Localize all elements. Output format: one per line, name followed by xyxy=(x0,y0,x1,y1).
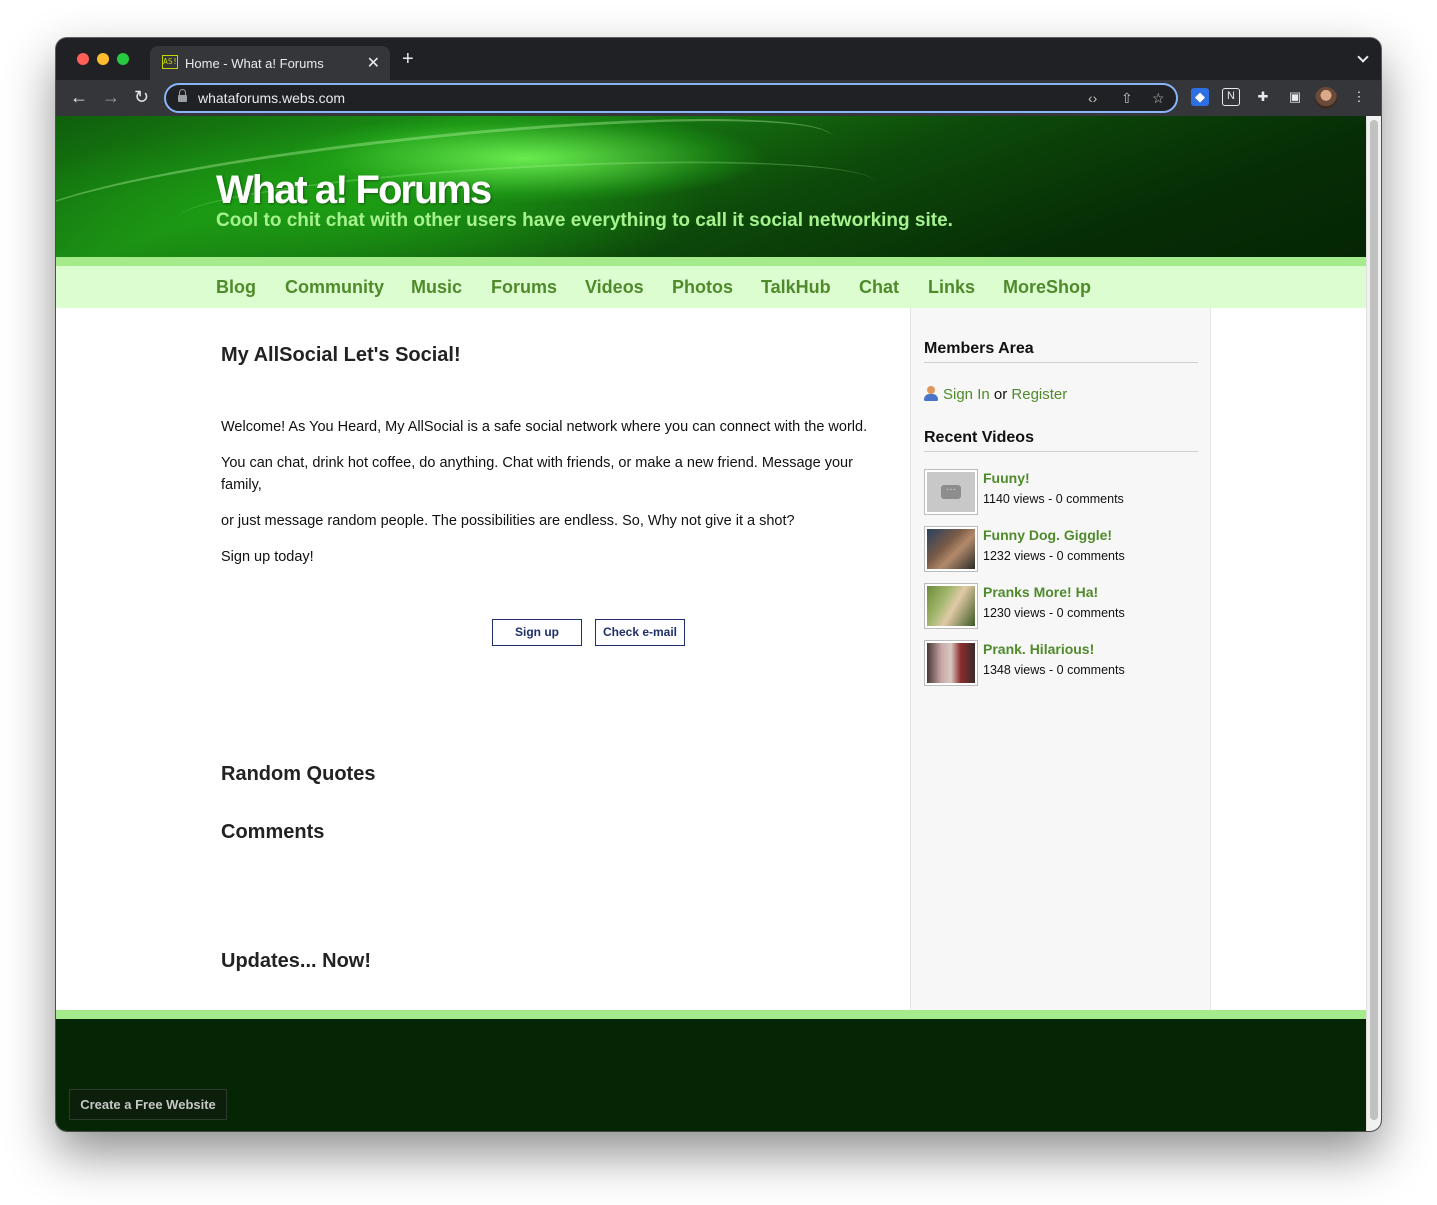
lock-icon[interactable] xyxy=(178,89,187,103)
intro-paragraph: or just message random people. The possi… xyxy=(221,513,795,529)
video-meta: 1140 views - 0 comments xyxy=(983,492,1124,506)
reload-icon[interactable]: ↻ xyxy=(134,87,149,107)
signup-prompt: Sign up today! xyxy=(221,549,314,565)
nav-link-photos[interactable]: Photos xyxy=(672,277,733,298)
bookmark-star-icon[interactable]: ☆ xyxy=(1152,90,1165,107)
video-list-item: Prank. Hilarious! 1348 views - 0 comment… xyxy=(924,640,1204,688)
site-footer xyxy=(56,1019,1366,1131)
video-list-item: Pranks More! Ha! 1230 views - 0 comments xyxy=(924,583,1204,631)
nav-link-blog[interactable]: Blog xyxy=(216,277,256,298)
bitwarden-shield-icon[interactable]: ◆ xyxy=(1191,88,1209,106)
notion-icon[interactable]: N xyxy=(1222,88,1240,106)
random-quotes-heading: Random Quotes xyxy=(221,763,376,785)
comments-heading: Comments xyxy=(221,821,325,843)
maximize-window-button[interactable] xyxy=(117,53,129,65)
video-meta: 1348 views - 0 comments xyxy=(983,663,1125,677)
profile-avatar[interactable] xyxy=(1315,87,1337,109)
video-list-item: ··· Fuuny! 1140 views - 0 comments xyxy=(924,469,1204,517)
side-panel-icon[interactable]: ▣ xyxy=(1286,88,1304,106)
menu-kebab-icon[interactable]: ⋮ xyxy=(1350,88,1368,106)
video-thumbnail[interactable] xyxy=(924,526,978,572)
close-window-button[interactable] xyxy=(77,53,89,65)
video-meta: 1232 views - 0 comments xyxy=(983,549,1125,563)
page-scrollbar[interactable] xyxy=(1366,116,1381,1131)
site-favicon-icon: AS! xyxy=(162,55,178,69)
video-list-item: Funny Dog. Giggle! 1232 views - 0 commen… xyxy=(924,526,1204,574)
nav-link-videos[interactable]: Videos xyxy=(585,277,644,298)
browser-tab[interactable]: AS! Home - What a! Forums ✕ xyxy=(150,46,390,80)
extensions-puzzle-icon[interactable]: ✚ xyxy=(1254,88,1272,106)
sign-up-button[interactable]: Sign up xyxy=(492,619,582,646)
tab-search-chevron-icon[interactable] xyxy=(1357,51,1369,63)
browser-window: AS! Home - What a! Forums ✕ + ← → ↻ what… xyxy=(56,38,1381,1131)
check-email-button[interactable]: Check e-mail xyxy=(595,619,685,646)
sign-in-link[interactable]: Sign In xyxy=(943,386,990,403)
minimize-window-button[interactable] xyxy=(97,53,109,65)
updates-heading: Updates... Now! xyxy=(221,950,372,972)
recent-videos-heading: Recent Videos xyxy=(924,429,1198,452)
share-icon[interactable]: ⇧ xyxy=(1121,90,1133,107)
create-free-website-button[interactable]: Create a Free Website xyxy=(69,1089,227,1120)
code-blocked-icon[interactable]: ‹› xyxy=(1088,90,1097,106)
video-title-link[interactable]: Fuuny! xyxy=(983,470,1030,486)
welcome-paragraph: Welcome! As You Heard, My AllSocial is a… xyxy=(221,419,868,435)
forward-arrow-icon[interactable]: → xyxy=(102,87,120,107)
user-icon xyxy=(924,386,938,401)
nav-link-music[interactable]: Music xyxy=(411,277,462,298)
video-thumbnail[interactable]: ··· xyxy=(924,469,978,515)
tab-close-icon[interactable]: ✕ xyxy=(367,53,380,73)
video-placeholder-icon: ··· xyxy=(927,472,975,512)
tab-title: Home - What a! Forums xyxy=(185,56,324,71)
nav-link-links[interactable]: Links xyxy=(928,277,975,298)
nav-link-moreshop[interactable]: MoreShop xyxy=(1003,277,1091,298)
page-viewport: What a! Forums Cool to chit chat with ot… xyxy=(56,116,1366,1131)
tab-strip: AS! Home - What a! Forums ✕ + xyxy=(56,38,1381,80)
register-link[interactable]: Register xyxy=(1011,386,1067,403)
video-thumbnail-image xyxy=(927,529,975,569)
video-thumbnail-image xyxy=(927,586,975,626)
or-text: or xyxy=(993,386,1008,403)
video-thumbnail[interactable] xyxy=(924,640,978,686)
browser-toolbar: ← → ↻ whataforums.webs.com ‹› ⇧ ☆ ◆ N ✚ … xyxy=(56,80,1381,116)
intro-paragraph: You can chat, drink hot coffee, do anyth… xyxy=(221,455,853,493)
video-thumbnail[interactable] xyxy=(924,583,978,629)
video-title-link[interactable]: Prank. Hilarious! xyxy=(983,641,1094,657)
address-bar[interactable]: whataforums.webs.com ‹› ⇧ ☆ xyxy=(164,83,1178,113)
video-meta: 1230 views - 0 comments xyxy=(983,606,1125,620)
nav-link-forums[interactable]: Forums xyxy=(491,277,557,298)
scrollbar-thumb[interactable] xyxy=(1370,120,1378,1120)
video-title-link[interactable]: Pranks More! Ha! xyxy=(983,584,1098,600)
main-navigation: Blog Community Music Forums Videos Photo… xyxy=(56,266,1366,308)
new-tab-plus-icon[interactable]: + xyxy=(402,49,414,69)
nav-divider xyxy=(56,257,1366,266)
member-links: Sign In or Register xyxy=(924,386,1067,403)
video-title-link[interactable]: Funny Dog. Giggle! xyxy=(983,527,1112,543)
nav-link-talkhub[interactable]: TalkHub xyxy=(761,277,831,298)
nav-link-chat[interactable]: Chat xyxy=(859,277,899,298)
site-tagline: Cool to chit chat with other users have … xyxy=(216,210,953,231)
video-thumbnail-image xyxy=(927,643,975,683)
site-title[interactable]: What a! Forums xyxy=(216,168,492,213)
sidebar: Members Area Sign In or Register Recent … xyxy=(910,308,1211,1010)
footer-divider xyxy=(56,1010,1366,1019)
url-text[interactable]: whataforums.webs.com xyxy=(198,90,345,106)
nav-link-community[interactable]: Community xyxy=(285,277,384,298)
back-arrow-icon[interactable]: ← xyxy=(70,87,88,107)
site-header-banner: What a! Forums Cool to chit chat with ot… xyxy=(56,116,1366,269)
members-area-heading: Members Area xyxy=(924,340,1198,363)
page-title: My AllSocial Let's Social! xyxy=(221,344,461,366)
